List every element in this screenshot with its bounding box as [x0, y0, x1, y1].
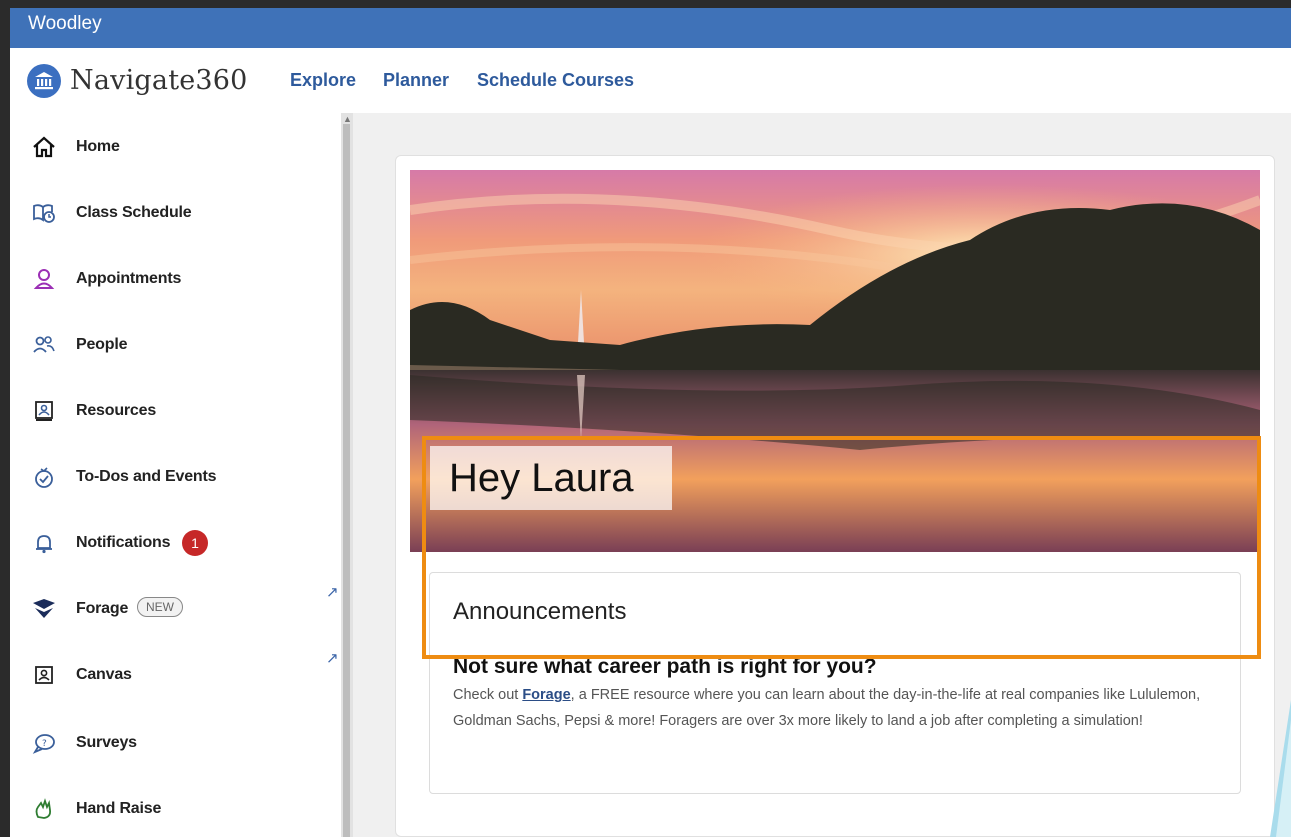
todo-icon: [31, 465, 57, 489]
decorative-corner-shape: [1270, 700, 1291, 837]
sidebar-item-class-schedule[interactable]: Class Schedule: [10, 193, 340, 233]
nav-schedule-courses[interactable]: Schedule Courses: [477, 70, 634, 91]
sidebar: Home Class Schedule Appointments People …: [10, 113, 345, 837]
external-link-icon: ↗: [326, 650, 339, 667]
navigate360-logo-icon[interactable]: [27, 64, 61, 98]
announcement-body-text: Check out: [453, 687, 523, 703]
window-edge: [0, 0, 10, 837]
sidebar-item-label: Home: [76, 138, 120, 155]
home-icon: [31, 135, 57, 159]
sidebar-item-todos-events[interactable]: To-Dos and Events: [10, 457, 340, 497]
sidebar-item-label: Canvas: [76, 666, 132, 683]
sidebar-item-label: People: [76, 336, 128, 353]
class-schedule-icon: [31, 201, 57, 225]
sidebar-item-home[interactable]: Home: [10, 127, 340, 167]
sidebar-item-label: Appointments: [76, 270, 182, 287]
canvas-icon: [31, 663, 57, 687]
nav-explore[interactable]: Explore: [290, 70, 356, 91]
hand-raise-icon: [31, 797, 57, 821]
sidebar-item-label: Class Schedule: [76, 204, 192, 221]
sidebar-item-label: Forage: [76, 600, 129, 617]
nav-planner[interactable]: Planner: [383, 70, 449, 91]
sidebar-item-appointments[interactable]: Appointments: [10, 259, 340, 299]
sidebar-item-resources[interactable]: Resources: [10, 391, 340, 431]
sidebar-item-label: Hand Raise: [76, 800, 162, 817]
external-link-icon: ↗: [326, 584, 339, 601]
sidebar-scrollbar-thumb[interactable]: [343, 124, 350, 837]
svg-text:?: ?: [42, 739, 47, 749]
sidebar-item-label: Surveys: [76, 734, 137, 751]
person-icon: [31, 267, 57, 291]
notification-count-badge: 1: [182, 530, 208, 556]
highlight-box: [422, 436, 1261, 659]
bell-icon: [31, 531, 57, 555]
chat-bubble-icon: ?: [31, 731, 57, 755]
sidebar-item-surveys[interactable]: ? Surveys: [10, 723, 340, 763]
org-bar: Woodley: [10, 0, 1291, 48]
forage-logo-icon: [31, 597, 57, 621]
sidebar-item-label: Notifications: [76, 534, 171, 551]
sidebar-item-hand-raise[interactable]: Hand Raise: [10, 789, 340, 829]
sidebar-item-label: To-Dos and Events: [76, 468, 217, 485]
people-icon: [31, 333, 57, 357]
app-header: Navigate360 Explore Planner Schedule Cou…: [10, 48, 1291, 113]
new-pill-badge: NEW: [137, 597, 183, 617]
sidebar-item-people[interactable]: People: [10, 325, 340, 365]
app-logo-text[interactable]: Navigate360: [70, 65, 248, 96]
sidebar-item-forage[interactable]: Forage NEW ↗: [10, 584, 340, 629]
sidebar-item-label: Resources: [76, 402, 157, 419]
org-name: Woodley: [28, 13, 102, 34]
announcement-body: Check out Forage, a FREE resource where …: [453, 682, 1223, 734]
sidebar-item-canvas[interactable]: Canvas ↗: [10, 650, 340, 695]
sidebar-item-notifications[interactable]: Notifications 1: [10, 523, 340, 563]
scroll-up-arrow-icon[interactable]: ▲: [343, 114, 352, 124]
forage-link[interactable]: Forage: [522, 687, 570, 703]
resources-icon: [31, 399, 57, 423]
